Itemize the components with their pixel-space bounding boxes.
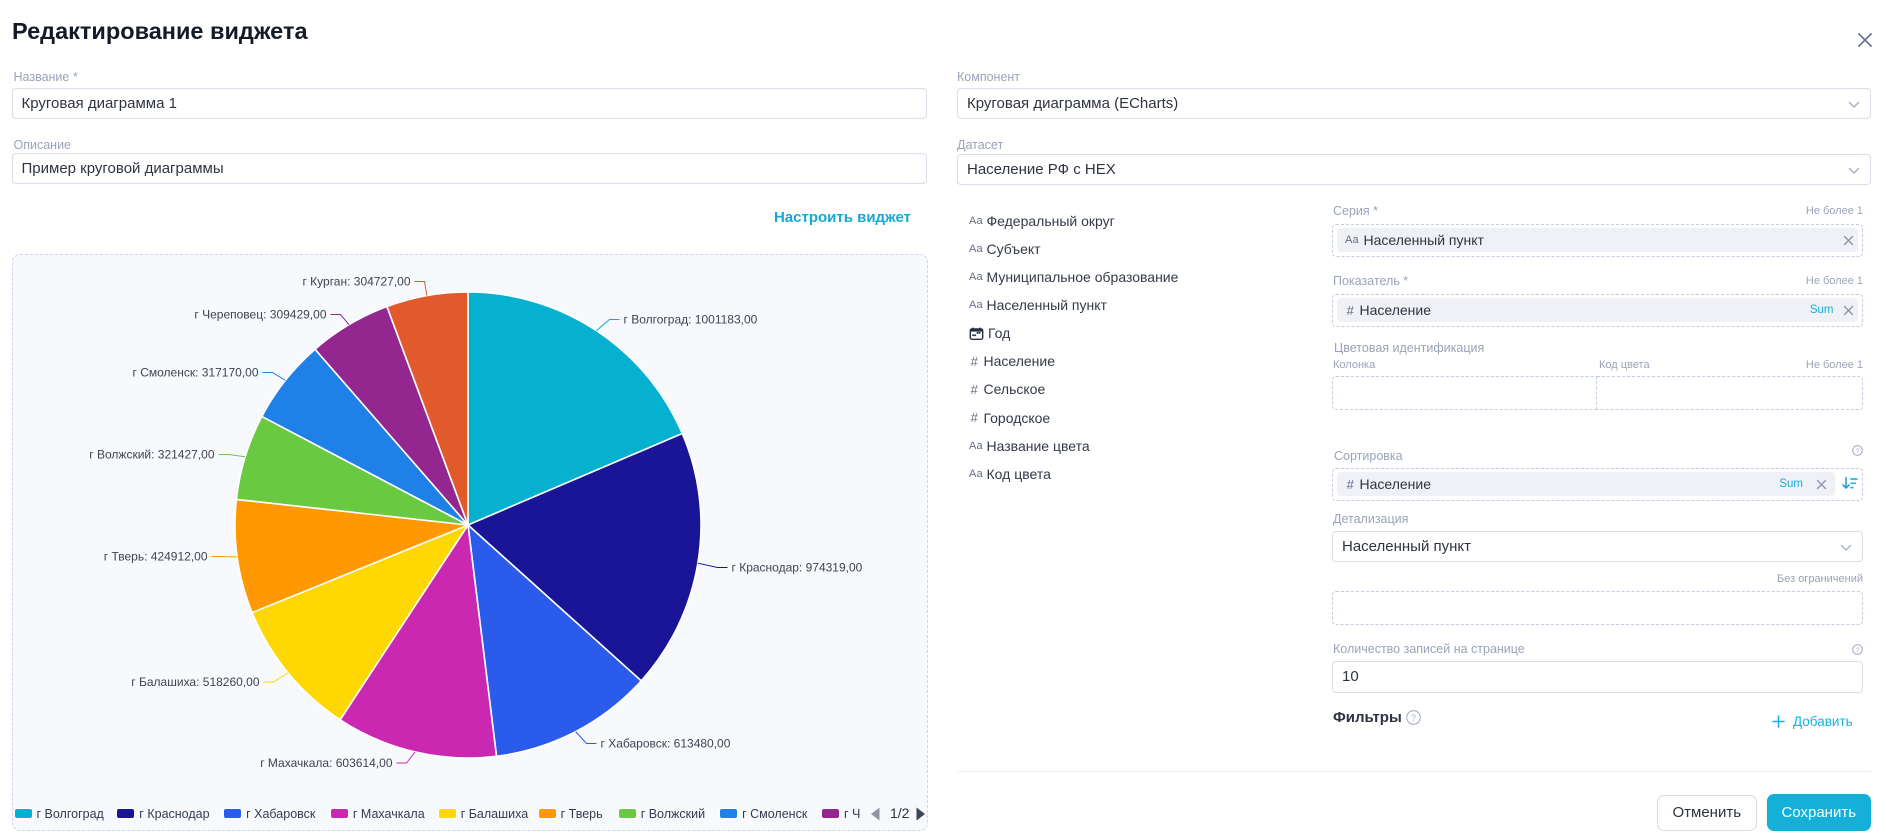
svg-text:г Волжский: 321427,00: г Волжский: 321427,00 bbox=[89, 447, 215, 461]
svg-text:г Хабаровск: 613480,00: г Хабаровск: 613480,00 bbox=[600, 736, 730, 750]
svg-text:г Балашиха: 518260,00: г Балашиха: 518260,00 bbox=[131, 675, 260, 689]
svg-text:г Череповец: 309429,00: г Череповец: 309429,00 bbox=[194, 307, 326, 321]
svg-text:г Курган: 304727,00: г Курган: 304727,00 bbox=[302, 274, 410, 288]
svg-text:г Краснодар: 974319,00: г Краснодар: 974319,00 bbox=[731, 560, 862, 574]
svg-text:?: ? bbox=[1411, 713, 1416, 723]
svg-text:?: ? bbox=[1856, 448, 1860, 455]
svg-text:г Смоленск: 317170,00: г Смоленск: 317170,00 bbox=[132, 365, 258, 379]
svg-text:г Тверь: 424912,00: г Тверь: 424912,00 bbox=[103, 549, 207, 563]
svg-text:?: ? bbox=[1856, 647, 1860, 654]
svg-text:г Махачкала: 603614,00: г Махачкала: 603614,00 bbox=[260, 756, 393, 770]
svg-text:г Волгоград: 1001183,00: г Волгоград: 1001183,00 bbox=[623, 312, 757, 326]
